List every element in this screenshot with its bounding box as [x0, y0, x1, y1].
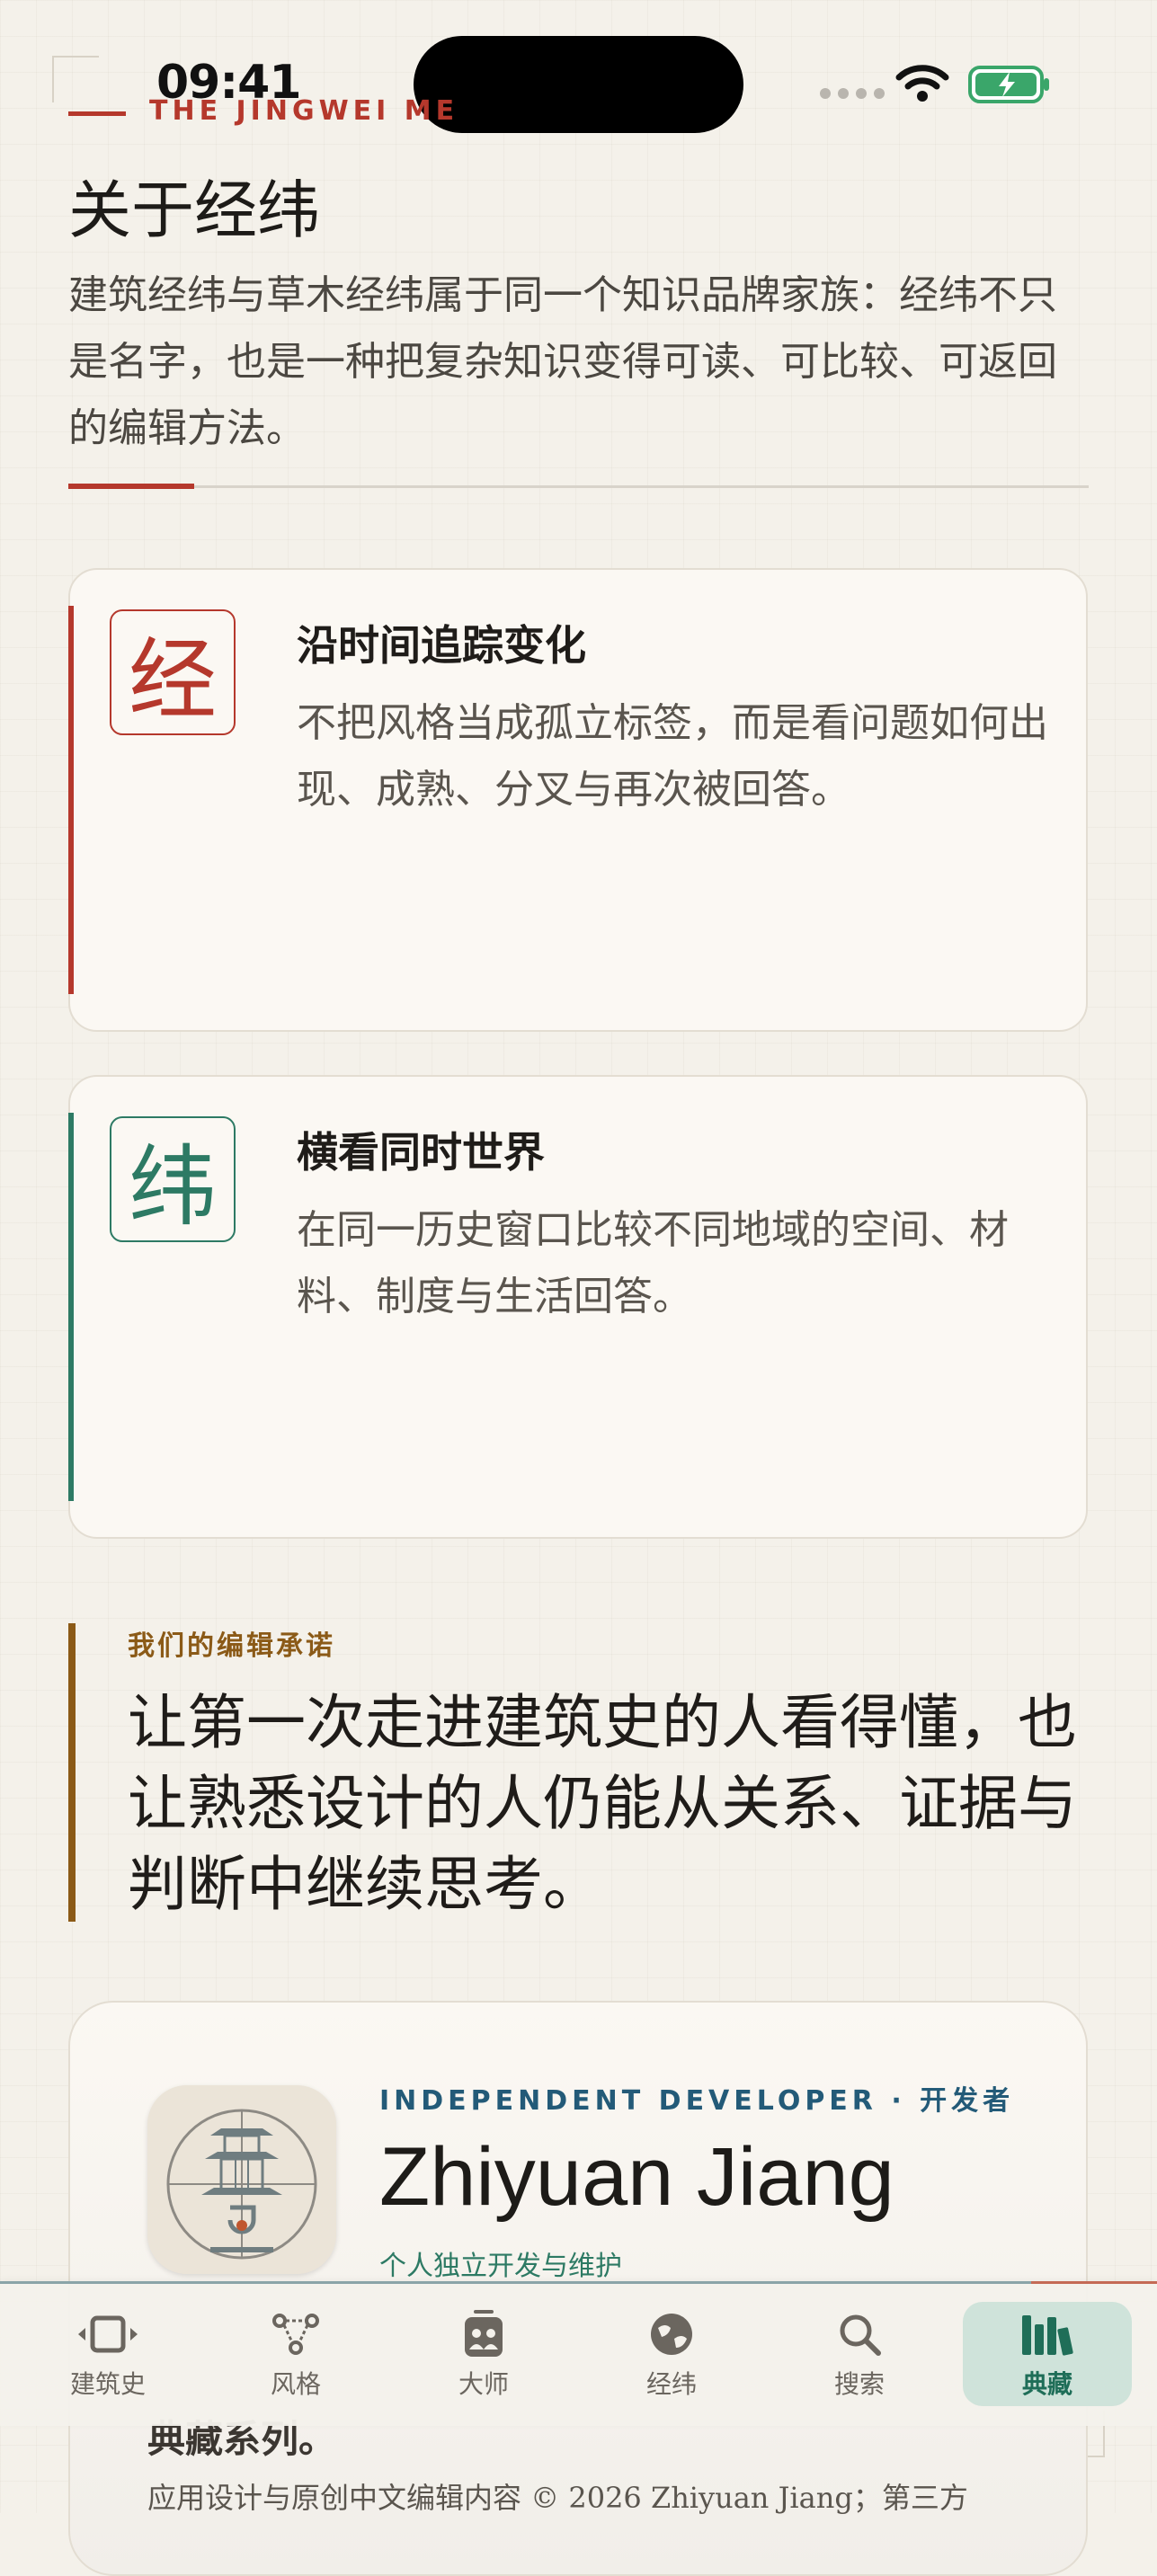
card-body: 在同一历史窗口比较不同地域的空间、材料、制度与生活回答。	[297, 1207, 1009, 1319]
tab-history[interactable]: 建筑史	[23, 2302, 192, 2406]
tab-label: 建筑史	[69, 2369, 146, 2399]
card-title: 横看同时世界	[297, 1128, 545, 1177]
tab-masters[interactable]: 大师	[399, 2302, 568, 2406]
developer-name: Zhiyuan Jiang	[379, 2131, 894, 2223]
tab-label: 搜索	[833, 2369, 885, 2399]
tab-search[interactable]: 搜索	[775, 2302, 944, 2406]
wifi-icon	[895, 65, 949, 102]
glyph-badge-wei: 纬	[110, 1116, 236, 1242]
tab-label: 风格	[270, 2369, 321, 2399]
copyright-notice: 应用设计与原创中文编辑内容 © 2026 Zhiyuan Jiang；第三方	[147, 2481, 968, 2515]
app-icon	[147, 2085, 336, 2274]
tab-bar: 建筑史 风格 大师 经纬 搜索 典藏	[0, 2281, 1157, 2426]
tab-collection[interactable]: 典藏	[963, 2302, 1132, 2406]
books-icon	[1022, 2315, 1073, 2356]
eyebrow-rule	[68, 111, 126, 116]
section-divider-accent	[68, 484, 194, 489]
glyph-badge-jing: 经	[110, 609, 236, 735]
pledge-label: 我们的编辑承诺	[128, 1630, 335, 1662]
eyebrow-label: THE JINGWEI ME	[149, 95, 459, 127]
network-nodes-icon	[272, 2314, 319, 2355]
globe-icon	[651, 2314, 692, 2355]
developer-subtitle: 个人独立开发与维护	[379, 2251, 622, 2282]
tab-bar-accent	[1031, 2281, 1157, 2284]
concept-card-wei: 纬 横看同时世界 在同一历史窗口比较不同地域的空间、材料、制度与生活回答。	[68, 1075, 1088, 1539]
card-accent-stripe	[68, 606, 74, 994]
pagoda-logo-icon	[147, 2085, 336, 2274]
page-title: 关于经纬	[68, 173, 320, 247]
battery-charging-icon	[968, 66, 1049, 103]
pledge-accent-bar	[68, 1623, 76, 1922]
concept-card-jing: 经 沿时间追踪变化 不把风格当成孤立标签，而是看问题如何出现、成熟、分叉与再次被…	[68, 568, 1088, 1032]
tab-jingwei[interactable]: 经纬	[587, 2302, 756, 2406]
search-icon	[840, 2314, 881, 2356]
people-card-icon	[465, 2310, 503, 2357]
section-divider	[194, 485, 1089, 488]
dynamic-island	[414, 36, 743, 133]
cellular-signal-icon	[820, 88, 885, 99]
tab-label: 大师	[458, 2369, 509, 2399]
card-accent-stripe	[68, 1113, 74, 1501]
card-body: 不把风格当成孤立标签，而是看问题如何出现、成熟、分叉与再次被回答。	[297, 700, 1048, 813]
film-strip-icon	[78, 2315, 138, 2353]
tab-label: 经纬	[645, 2369, 697, 2399]
pledge-quote: 让第一次走进建筑史的人看得懂，也让熟悉设计的人仍能从关系、证据与判断中继续思考。	[128, 1688, 1077, 1919]
tab-styles[interactable]: 风格	[211, 2302, 380, 2406]
tab-label: 典藏	[1021, 2369, 1072, 2399]
developer-kicker: INDEPENDENT DEVELOPER · 开发者	[379, 2085, 1015, 2117]
corner-mark-top-left	[52, 56, 99, 102]
card-title: 沿时间追踪变化	[297, 621, 586, 670]
intro-paragraph: 建筑经纬与草木经纬属于同一个知识品牌家族：经纬不只是名字，也是一种把复杂知识变得…	[68, 272, 1057, 451]
